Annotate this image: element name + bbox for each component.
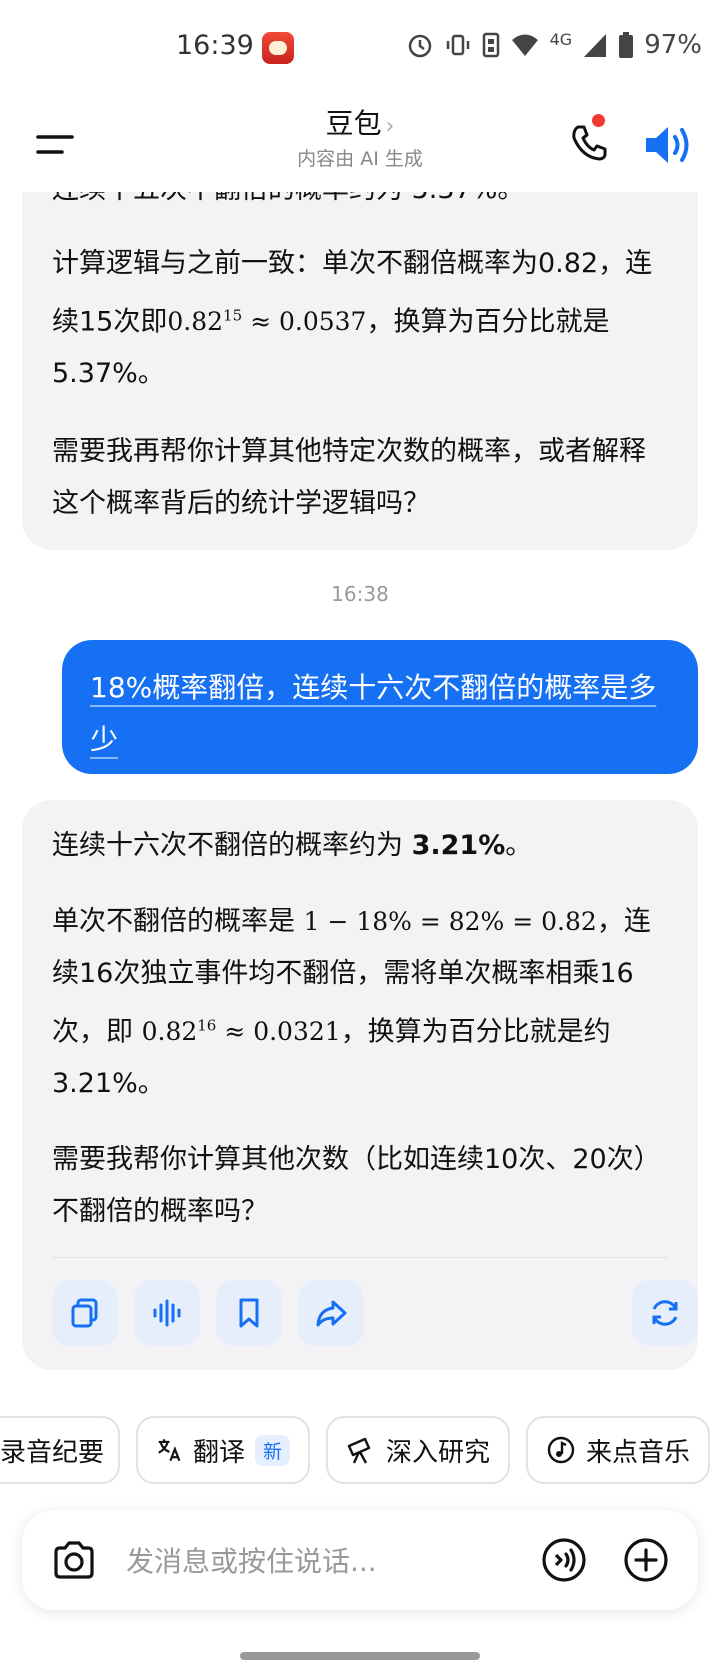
math-exponent: 15 bbox=[223, 307, 243, 325]
translate-icon bbox=[158, 1439, 181, 1462]
bookmark-icon[interactable] bbox=[216, 1280, 282, 1346]
quick-action-chips: 录音纪要 翻译 新 深入研究 来点音乐 bbox=[0, 1416, 720, 1486]
chip-label: 录音纪要 bbox=[0, 1437, 105, 1468]
share-icon[interactable] bbox=[298, 1280, 364, 1346]
message-paragraph: 需要我帮你计算其他次数（比如连续10次、20次）不翻倍的概率吗？ bbox=[52, 1144, 661, 1228]
music-icon bbox=[547, 1436, 575, 1464]
text-segment: 。 bbox=[505, 830, 533, 861]
notification-dot bbox=[592, 114, 605, 127]
message-composer bbox=[22, 1510, 698, 1610]
status-time: 16:39 bbox=[176, 30, 254, 61]
text-segment: 单次不翻倍的概率是 bbox=[52, 906, 304, 937]
app-badge-icon bbox=[262, 32, 294, 64]
math-base: 0.82 bbox=[167, 307, 224, 337]
page-title[interactable]: 豆包 bbox=[326, 107, 382, 140]
chip-label: 深入研究 bbox=[385, 1437, 490, 1468]
read-aloud-icon[interactable] bbox=[134, 1280, 200, 1346]
user-message-bubble[interactable]: 18%概率翻倍，连续十六次不翻倍的概率是多少 bbox=[62, 640, 698, 774]
message-timestamp: 16:38 bbox=[331, 582, 389, 606]
phone-call-icon[interactable] bbox=[564, 118, 614, 168]
status-icons: 4G 97% bbox=[406, 30, 702, 60]
ai-message-bubble: 连续十六次不翻倍的概率约为 3.21%。 单次不翻倍的概率是 1 − 18% =… bbox=[22, 800, 698, 1370]
user-message-text: 18%概率翻倍，连续十六次不翻倍的概率是多少 bbox=[90, 671, 657, 756]
chat-header: 豆包 › 内容由 AI 生成 bbox=[0, 100, 720, 192]
bold-result: 3.21% bbox=[411, 830, 506, 861]
message-paragraph: 计算逻辑与之前一致：单次不翻倍概率为0.82，连续15次即0.8215 ≈ 0.… bbox=[52, 238, 668, 400]
telescope-icon bbox=[347, 1437, 371, 1464]
chip-music[interactable]: 来点音乐 bbox=[526, 1416, 710, 1484]
chip-record-summary[interactable]: 录音纪要 bbox=[0, 1416, 120, 1484]
ai-message-bubble: 连续十五次不翻倍的概率约为 5.37%。 计算逻辑与之前一致：单次不翻倍概率为0… bbox=[22, 150, 698, 550]
plus-icon[interactable] bbox=[622, 1536, 670, 1584]
math-base: 0.82 bbox=[141, 1017, 198, 1047]
copy-icon[interactable] bbox=[52, 1280, 118, 1346]
camera-icon[interactable] bbox=[50, 1536, 98, 1584]
home-indicator[interactable] bbox=[240, 1652, 480, 1660]
vibrate-icon bbox=[446, 34, 469, 56]
voice-input-icon[interactable] bbox=[540, 1536, 588, 1584]
math-expression: 1 − 18% = 82% = 0.82 bbox=[303, 907, 597, 936]
math-expression: 0.8216 ≈ 0.0321 bbox=[142, 1017, 341, 1046]
message-paragraph: 需要我再帮你计算其他特定次数的概率，或者解释这个概率背后的统计学逻辑吗？ bbox=[52, 436, 646, 520]
battery-icon bbox=[619, 32, 634, 58]
message-input[interactable] bbox=[124, 1532, 528, 1590]
status-bar: 16:39 4G 97% bbox=[0, 0, 720, 100]
speaker-icon[interactable] bbox=[640, 118, 694, 172]
chip-deep-research[interactable]: 深入研究 bbox=[326, 1416, 510, 1484]
text-segment: 连续十六次不翻倍的概率约为 bbox=[52, 830, 412, 861]
chevron-right-icon: › bbox=[385, 114, 395, 139]
new-badge: 新 bbox=[254, 1434, 290, 1466]
alarm-icon bbox=[408, 34, 431, 58]
message-actions bbox=[52, 1257, 698, 1346]
chip-label: 来点音乐 bbox=[585, 1437, 690, 1468]
math-exponent: 16 bbox=[197, 1017, 217, 1035]
wifi-icon bbox=[511, 34, 538, 56]
battery-level: 97% bbox=[644, 30, 702, 60]
math-expression: 0.8215 ≈ 0.0537 bbox=[167, 307, 366, 336]
chip-label: 翻译 bbox=[192, 1437, 245, 1468]
message-paragraph: 单次不翻倍的概率是 1 − 18% = 82% = 0.82，连续16次独立事件… bbox=[52, 896, 668, 1110]
regenerate-icon[interactable] bbox=[632, 1280, 698, 1346]
network-type: 4G bbox=[549, 29, 573, 49]
message-paragraph: 连续十六次不翻倍的概率约为 3.21%。 bbox=[52, 820, 668, 872]
signal-bars-icon bbox=[584, 34, 607, 57]
chip-translate[interactable]: 翻译 新 bbox=[136, 1416, 310, 1484]
math-result: ≈ 0.0321 bbox=[216, 1017, 341, 1047]
math-result: ≈ 0.0537 bbox=[242, 307, 367, 337]
sim-icon bbox=[482, 32, 499, 58]
